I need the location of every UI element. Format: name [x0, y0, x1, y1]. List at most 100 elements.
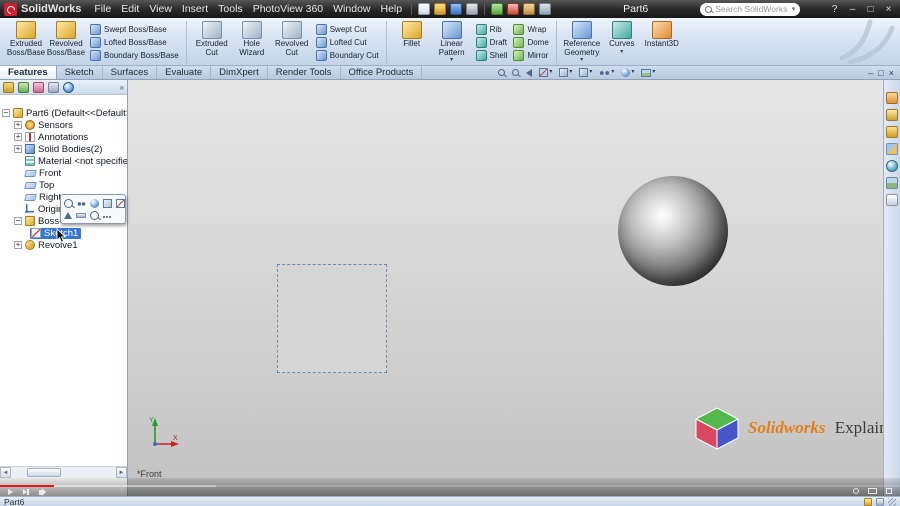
tab-surfaces[interactable]: Surfaces — [103, 66, 158, 79]
help-button[interactable]: ? — [827, 4, 842, 15]
displaymanager-tab-icon[interactable] — [63, 81, 74, 93]
panel-overflow-chevron[interactable]: » — [120, 83, 124, 92]
menu-tools[interactable]: Tools — [213, 0, 248, 18]
swept-cut-button[interactable]: Swept Cut — [315, 24, 379, 35]
scrollbar-thumb[interactable] — [27, 468, 61, 477]
close-button[interactable]: × — [881, 4, 896, 15]
dropdown-icon[interactable]: ▾ — [620, 49, 623, 56]
zoom-fit-icon[interactable] — [498, 69, 506, 76]
lofted-boss-base-button[interactable]: Lofted Boss/Base — [90, 37, 179, 48]
hide-show-icon[interactable] — [77, 198, 86, 208]
hide-show-items-icon[interactable]: ▾ — [599, 69, 614, 76]
tree-item-annotations[interactable]: + Annotations — [0, 131, 127, 143]
save-icon[interactable] — [450, 3, 463, 15]
zoom-to-selection-icon[interactable] — [64, 198, 73, 208]
boundary-cut-button[interactable]: Boundary Cut — [315, 50, 379, 61]
extruded-cut-button[interactable]: Extruded Cut — [192, 19, 232, 57]
scroll-right-button[interactable]: ► — [116, 467, 127, 478]
collapse-icon[interactable]: − — [14, 217, 22, 225]
collapse-icon[interactable]: − — [2, 109, 10, 117]
graphics-viewport[interactable]: Y X *Front Solidworks Explained — [128, 80, 883, 496]
print-icon[interactable] — [466, 3, 479, 15]
tree-item-front-plane[interactable]: Front — [0, 167, 127, 179]
shell-button[interactable]: Shell — [475, 50, 507, 61]
hole-wizard-button[interactable]: Hole Wizard — [232, 19, 272, 57]
search-input[interactable] — [715, 4, 789, 14]
tab-render-tools[interactable]: Render Tools — [268, 66, 341, 79]
play-button[interactable] — [8, 489, 13, 495]
design-library-icon[interactable] — [886, 109, 898, 121]
zoom-fit-icon[interactable] — [90, 210, 99, 220]
tree-horizontal-scrollbar[interactable]: ◄ ► — [0, 466, 127, 478]
fillet-button[interactable]: Fillet — [392, 19, 432, 49]
file-explorer-icon[interactable] — [886, 126, 898, 138]
sphere-body[interactable] — [618, 176, 728, 286]
rebuild-icon[interactable] — [507, 3, 520, 15]
maximize-button[interactable]: □ — [863, 4, 878, 15]
menu-file[interactable]: File — [89, 0, 116, 18]
normal-to-icon[interactable] — [64, 211, 72, 219]
configurationmanager-tab-icon[interactable] — [33, 81, 44, 93]
expand-icon[interactable]: + — [14, 121, 22, 129]
scenes-icon[interactable] — [886, 177, 898, 189]
settings-button[interactable] — [853, 488, 859, 494]
featuremanager-tab-icon[interactable] — [3, 81, 14, 93]
doc-restore-button[interactable]: □ — [878, 68, 883, 78]
propertymanager-tab-icon[interactable] — [18, 81, 29, 93]
menu-help[interactable]: Help — [376, 0, 408, 18]
menu-photoview360[interactable]: PhotoView 360 — [248, 0, 328, 18]
tree-item-sensors[interactable]: + Sensors — [0, 119, 127, 131]
measure-icon[interactable] — [76, 212, 86, 218]
dropdown-icon[interactable]: ▾ — [580, 57, 583, 64]
fullscreen-button[interactable] — [886, 488, 892, 494]
boundary-boss-base-button[interactable]: Boundary Boss/Base — [90, 50, 179, 61]
dome-button[interactable]: Dome — [513, 37, 549, 48]
instant3d-button[interactable]: Instant3D — [642, 19, 682, 49]
status-note-icon[interactable] — [864, 497, 872, 506]
section-view-icon[interactable] — [116, 198, 125, 208]
solidworks-resources-icon[interactable] — [886, 92, 898, 104]
appearances-icon[interactable] — [886, 160, 898, 172]
more-commands-icon[interactable] — [103, 216, 105, 218]
tree-item-part[interactable]: − Part6 (Default<<Default>_Phot — [0, 107, 127, 119]
appearance-icon[interactable] — [90, 198, 99, 208]
new-document-icon[interactable] — [418, 3, 431, 15]
menu-edit[interactable]: Edit — [116, 0, 144, 18]
section-view-icon[interactable]: ▾ — [539, 68, 552, 77]
resize-grip[interactable] — [888, 497, 896, 506]
draft-button[interactable]: Draft — [475, 37, 508, 48]
tab-sketch[interactable]: Sketch — [57, 66, 103, 79]
menu-view[interactable]: View — [144, 0, 177, 18]
view-palette-icon[interactable] — [886, 143, 898, 155]
revolved-boss-base-button[interactable]: Revolved Boss/Base — [46, 19, 86, 57]
zoom-area-icon[interactable] — [512, 69, 520, 76]
video-progress-bar[interactable] — [0, 485, 54, 487]
wrap-button[interactable]: Wrap — [513, 24, 548, 35]
tab-dimxpert[interactable]: DimXpert — [211, 66, 268, 79]
edit-appearance-icon[interactable]: ▾ — [621, 68, 634, 77]
open-document-icon[interactable] — [434, 3, 447, 15]
theater-mode-button[interactable] — [868, 488, 877, 494]
status-panel-icon[interactable] — [876, 497, 884, 506]
volume-button[interactable] — [38, 487, 46, 496]
expand-icon[interactable]: + — [14, 133, 22, 141]
menu-window[interactable]: Window — [328, 0, 375, 18]
linear-pattern-button[interactable]: Linear Pattern ▾ — [432, 19, 472, 64]
undo-icon[interactable] — [491, 3, 504, 15]
tree-item-top-plane[interactable]: Top — [0, 179, 127, 191]
tree-item-solid-bodies[interactable]: + Solid Bodies(2) — [0, 143, 127, 155]
doc-minimize-button[interactable]: – — [868, 68, 873, 78]
swept-boss-base-button[interactable]: Swept Boss/Base — [90, 24, 179, 35]
lofted-cut-button[interactable]: Lofted Cut — [315, 37, 379, 48]
mirror-button[interactable]: Mirror — [513, 50, 548, 61]
search-dropdown-icon[interactable]: ▾ — [792, 5, 796, 13]
apply-scene-icon[interactable]: ▾ — [641, 68, 655, 77]
revolved-cut-button[interactable]: Revolved Cut — [272, 19, 312, 57]
previous-view-icon[interactable] — [526, 68, 533, 77]
expand-icon[interactable]: + — [14, 241, 22, 249]
extruded-boss-base-button[interactable]: Extruded Boss/Base — [6, 19, 46, 57]
tab-evaluate[interactable]: Evaluate — [157, 66, 212, 79]
custom-properties-icon[interactable] — [886, 194, 898, 206]
tree-item-material[interactable]: Material <not specified> — [0, 155, 127, 167]
curves-button[interactable]: Curves ▾ — [602, 19, 642, 56]
